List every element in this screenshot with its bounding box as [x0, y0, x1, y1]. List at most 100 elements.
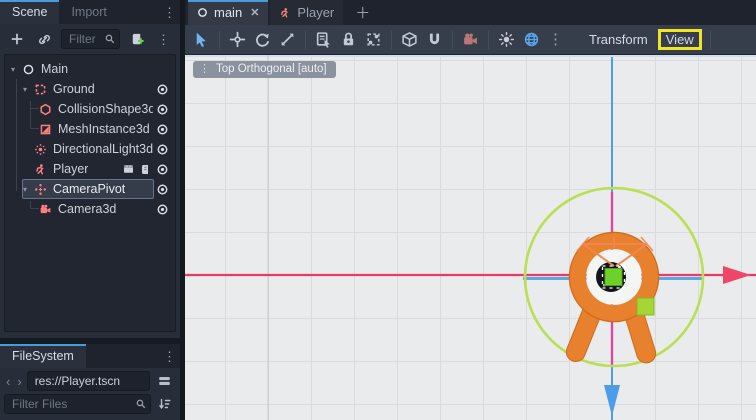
filesystem-menu-icon[interactable]: ⋮ [159, 350, 180, 363]
toolbar-separator [488, 31, 489, 49]
tree-row-directionallight3d[interactable]: DirectionalLight3d [17, 139, 175, 159]
instance-scene-icon[interactable] [33, 30, 56, 49]
history-back-icon[interactable]: ‹ [4, 375, 12, 388]
visibility-eye-icon[interactable] [156, 183, 169, 196]
list-select-button[interactable] [311, 29, 336, 50]
current-path-field[interactable] [27, 371, 150, 391]
rotate-tool-button[interactable] [250, 29, 275, 50]
environment-settings-button[interactable] [519, 29, 544, 50]
static-body-icon [34, 83, 49, 96]
godot-editor-window: Scene Import ⋮ [0, 0, 756, 420]
node-label: Main [41, 62, 68, 76]
tab-import-label: Import [71, 5, 106, 19]
visibility-eye-icon[interactable] [156, 123, 169, 136]
scene-tab-main[interactable]: main ✕ [188, 0, 268, 25]
node3d-icon [197, 7, 208, 18]
x-axis-arrowhead [723, 266, 751, 284]
visibility-eye-icon[interactable] [156, 163, 169, 176]
node-label: Ground [53, 82, 95, 96]
scene-dock-menu-icon[interactable]: ⋮ [159, 6, 180, 19]
scene-dock-tabbar: Scene Import ⋮ [0, 0, 180, 24]
tab-filesystem[interactable]: FileSystem [0, 344, 86, 368]
tree-row-ground[interactable]: ▾ Ground [17, 79, 175, 99]
viewport-view-name: Top Orthogonal [auto] [216, 63, 327, 75]
select-tool-button[interactable] [189, 29, 214, 50]
toolbar-separator [219, 31, 220, 49]
visibility-eye-icon[interactable] [156, 203, 169, 216]
character-icon [34, 163, 49, 176]
filesystem-filter-row [4, 394, 176, 414]
tab-scene[interactable]: Scene [0, 0, 59, 24]
history-forward-icon[interactable]: › [15, 375, 23, 388]
close-tab-icon[interactable]: ✕ [248, 6, 259, 19]
node-label: CollisionShape3d [58, 102, 153, 116]
transform-menu[interactable]: Transform [581, 30, 656, 49]
mesh-instance-icon [39, 123, 54, 136]
viewport-view-label[interactable]: ⋮ Top Orthogonal [auto] [193, 61, 336, 78]
tree-guide-line [30, 101, 31, 129]
visibility-eye-icon[interactable] [156, 103, 169, 116]
node-label: CameraPivot [53, 182, 125, 196]
filesystem-dock: FileSystem ⋮ ‹ › [0, 344, 180, 420]
sort-files-icon[interactable] [154, 395, 176, 413]
tree-row-main[interactable]: ▾ Main [5, 59, 175, 79]
scene-tab-label: main [214, 5, 242, 20]
toggle-split-mode-icon[interactable] [153, 372, 176, 390]
attach-script-icon[interactable] [125, 30, 148, 49]
scene-tree-menu-icon[interactable]: ⋮ [153, 33, 174, 46]
scene-tab-label: Player [297, 5, 334, 20]
filter-node-inputwrap [61, 29, 120, 49]
tree-row-collisionshape3d[interactable]: CollisionShape3d [33, 99, 175, 119]
scale-tool-button[interactable] [275, 29, 300, 50]
view-menu[interactable]: View [658, 29, 702, 50]
visibility-eye-icon[interactable] [156, 143, 169, 156]
filesystem-nav-row: ‹ › [4, 371, 176, 391]
toolbar-separator [391, 31, 392, 49]
scene-dock: ⋮ ▾ Main [0, 24, 180, 338]
tab-import[interactable]: Import [59, 0, 118, 24]
preview-camera-button[interactable] [458, 29, 483, 50]
viewport-3d[interactable]: ⋮ Top Orthogonal [auto] [185, 55, 756, 420]
view-options-menu-icon[interactable]: ⋮ [544, 32, 567, 47]
local-space-button[interactable] [397, 29, 422, 50]
viewport-gizmos [185, 55, 756, 420]
open-scene-icon[interactable] [122, 163, 135, 175]
expand-arrow-icon[interactable]: ▾ [23, 185, 34, 194]
scene-tab-player[interactable]: Player [270, 0, 343, 25]
scene-tree: ▾ Main ▾ Ground [4, 54, 176, 332]
directional-light-icon [34, 143, 49, 156]
xz-plane-handle [637, 298, 654, 315]
viewport-menu-icon[interactable]: ⋮ [199, 64, 210, 75]
node-label: Player [53, 162, 88, 176]
visibility-eye-icon[interactable] [156, 83, 169, 96]
search-icon [135, 398, 147, 410]
marker3d-icon [34, 183, 49, 196]
expand-arrow-icon[interactable]: ▾ [23, 85, 34, 94]
y-axis-center-handle [605, 269, 622, 286]
toolbar-separator [452, 31, 453, 49]
main-editor-column: main ✕ Player ＋ [185, 0, 756, 420]
tree-row-player[interactable]: Player [17, 159, 175, 179]
tree-row-camera3d[interactable]: Camera3d [33, 199, 175, 219]
character-icon [279, 7, 291, 19]
lock-selected-button[interactable] [336, 29, 361, 50]
filesystem-body: ‹ › [0, 368, 180, 420]
add-node-icon[interactable] [6, 30, 28, 48]
search-icon [104, 33, 116, 45]
group-selected-button[interactable] [361, 29, 386, 50]
tab-filesystem-label: FileSystem [12, 349, 74, 363]
tab-scene-label: Scene [12, 5, 47, 19]
z-axis-arrowhead [604, 385, 620, 416]
filter-files-input[interactable] [4, 394, 151, 414]
node-label: MeshInstance3d [58, 122, 150, 136]
snap-mode-button[interactable] [422, 29, 447, 50]
tree-row-camerapivot[interactable]: ▾ CameraPivot [17, 179, 175, 199]
script-icon[interactable] [139, 163, 151, 176]
camera-icon [39, 203, 54, 216]
sun-settings-button[interactable] [494, 29, 519, 50]
tree-row-meshinstance3d[interactable]: MeshInstance3d [33, 119, 175, 139]
expand-arrow-icon[interactable]: ▾ [11, 65, 22, 74]
move-tool-button[interactable] [225, 29, 250, 50]
new-scene-tab-icon[interactable]: ＋ [345, 2, 380, 23]
node-label: Camera3d [58, 202, 116, 216]
